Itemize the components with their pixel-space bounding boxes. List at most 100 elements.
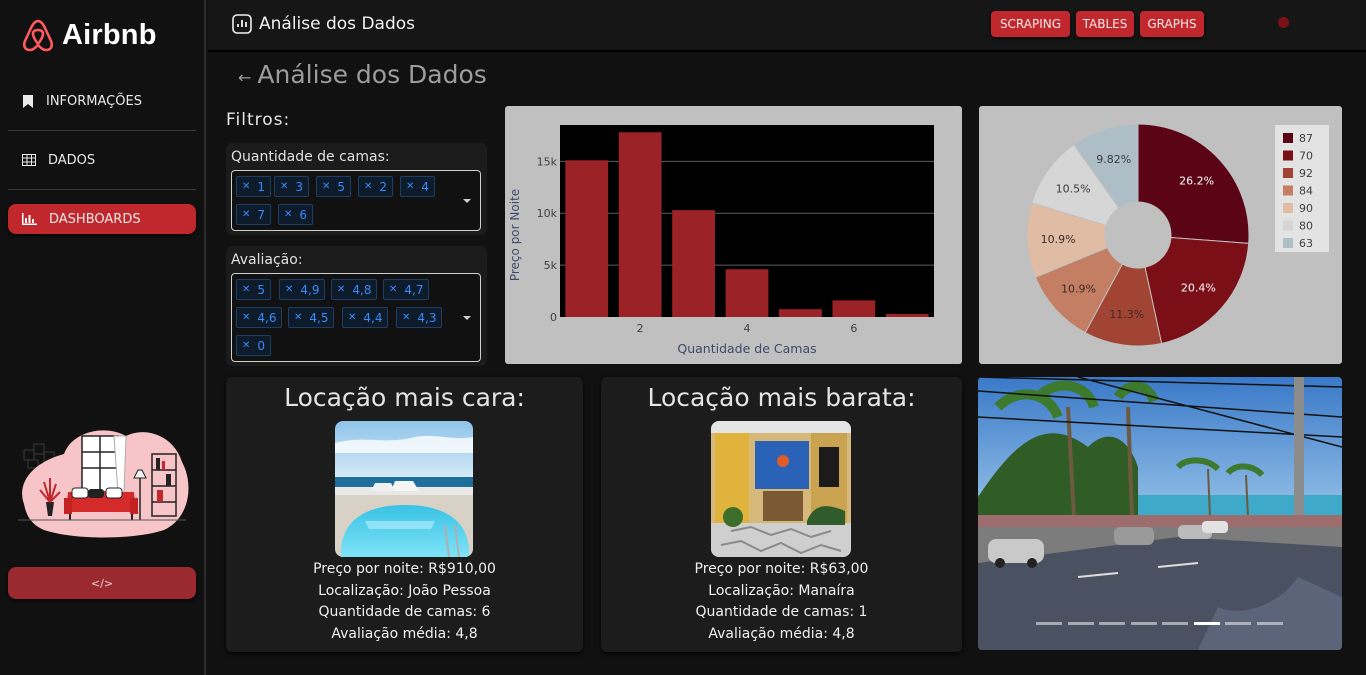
carousel-indicator[interactable] [1256,622,1283,625]
filter-chip[interactable]: ✕ 4,7 [383,279,430,300]
remove-icon[interactable]: ✕ [337,284,345,295]
legend-swatch[interactable] [1283,133,1293,143]
legend-label[interactable]: 84 [1299,185,1313,198]
beds-filter: Quantidade de camas: ✕ 1 ✕ 3 ✕ 5 ✕ 2 ✕ 4 ✕ 7 ✕… [226,143,487,235]
listing-photo[interactable] [711,421,851,557]
remove-icon[interactable]: ✕ [284,209,292,220]
legend-label[interactable]: 80 [1299,220,1313,233]
carousel-indicator[interactable] [1193,622,1220,625]
legend-swatch[interactable] [1283,185,1293,196]
sidebar-item-label: DASHBOARDS [49,211,141,227]
filter-chip[interactable]: ✕ 4 [400,176,436,197]
carousel-indicator[interactable] [1067,622,1094,625]
x-tick-label: 4 [744,322,751,335]
status-dot [1278,17,1289,28]
rating-multiselect[interactable]: ✕ 5 ✕ 4,9 ✕ 4,8 ✕ 4,7 ✕ 4,6 ✕ 4,5 ✕ 4,4 ✕ 4,3 ✕ 0 [231,273,481,362]
back-arrow-icon[interactable]: ← [238,68,251,87]
legend-label[interactable]: 63 [1299,237,1313,250]
filter-chip[interactable]: ✕ 0 [236,335,272,356]
filter-chip[interactable]: ✕ 4,4 [342,307,389,328]
slice-label: 10.9% [1061,283,1096,296]
card-title: Locação mais cara: [284,383,525,412]
slice-label: 9.82% [1096,153,1131,166]
bar[interactable] [565,160,609,317]
remove-icon[interactable]: ✕ [402,312,410,323]
y-tick-label: 15k [537,155,558,168]
airbnb-logo-icon [22,19,54,52]
remove-icon[interactable]: ✕ [294,312,302,323]
carousel-indicator[interactable] [1036,622,1062,625]
scraping-button[interactable]: SCRAPING [991,11,1070,37]
remove-icon[interactable]: ✕ [406,181,414,192]
legend-swatch[interactable] [1283,168,1293,178]
sidebar-item-dados[interactable]: DADOS [8,145,196,175]
legend-label[interactable]: 70 [1299,150,1313,163]
bar[interactable] [885,313,929,317]
table-icon [22,154,36,166]
pie-chart-panel: 26.2% 20.4% 11.3% 10.9% 10.9% 10.5% 9.82% 87 70 9… [979,106,1342,364]
remove-icon[interactable]: ✕ [348,312,356,323]
remove-icon[interactable]: ✕ [285,284,293,295]
bar[interactable] [832,300,876,317]
remove-icon[interactable]: ✕ [242,340,250,351]
bar[interactable] [618,132,662,317]
remove-icon[interactable]: ✕ [242,312,250,323]
filter-chip[interactable]: ✕ 2 [358,176,394,197]
filter-chip[interactable]: ✕ 7 [236,204,272,225]
carousel-indicator[interactable] [1130,622,1157,625]
code-button[interactable]: </> [8,567,196,599]
bar[interactable] [779,309,822,317]
remove-icon[interactable]: ✕ [389,284,397,295]
carousel-indicator[interactable] [1099,622,1125,625]
bar[interactable] [725,269,769,317]
remove-icon[interactable]: ✕ [322,181,330,192]
legend-label[interactable]: 90 [1299,202,1313,215]
legend-swatch[interactable] [1283,203,1293,213]
legend-label[interactable]: 87 [1299,132,1313,145]
dropdown-caret-icon[interactable] [463,199,471,203]
remove-icon[interactable]: ✕ [242,181,250,192]
x-tick-label: 2 [637,322,644,335]
filter-chip[interactable]: ✕ 5 [236,279,272,300]
carousel-indicator[interactable] [1225,622,1251,625]
cheapest-card: Locação mais barata: Preço por noite: R$… [601,377,962,652]
filter-chip[interactable]: ✕ 4,9 [279,279,326,300]
graphs-button[interactable]: GRAPHS [1140,11,1204,37]
filter-chip[interactable]: ✕ 4,3 [396,307,443,328]
legend-label[interactable]: 92 [1299,167,1313,180]
sidebar-item-informacoes[interactable]: INFORMAÇÕES [8,86,196,116]
image-carousel[interactable] [978,377,1342,650]
beds-multiselect[interactable]: ✕ 1 ✕ 3 ✕ 5 ✕ 2 ✕ 4 ✕ 7 ✕ 6 [231,170,481,231]
carousel-indicator[interactable] [1162,622,1188,625]
bar-chart[interactable]: 0 5k 10k 15k 2 4 6 Quantidade de Camas Preço por… [505,106,962,364]
listing-details: Preço por noite: R$910,00 Localização: J… [226,559,583,645]
remove-icon[interactable]: ✕ [364,181,372,192]
filter-chip[interactable]: ✕ 1 [236,176,272,197]
legend-swatch[interactable] [1283,150,1293,161]
filter-chip[interactable]: ✕ 4,5 [288,307,335,328]
dropdown-caret-icon[interactable] [463,316,471,320]
sidebar-item-label: DADOS [48,152,96,168]
tables-button[interactable]: TABLES [1076,11,1134,37]
x-tick-label: 6 [850,322,857,335]
legend-swatch[interactable] [1283,238,1293,248]
filter-chip[interactable]: ✕ 5 [316,176,352,197]
remove-icon[interactable]: ✕ [242,209,250,220]
listing-photo[interactable] [335,421,473,557]
legend-swatch[interactable] [1283,220,1293,231]
average-rating: Avaliação média: 4,8 [331,625,478,642]
sidebar-item-dashboards[interactable]: DASHBOARDS [8,204,196,234]
divider [8,130,196,131]
slice-label: 10.9% [1041,233,1076,246]
remove-icon[interactable]: ✕ [280,181,288,192]
pie-chart[interactable]: 26.2% 20.4% 11.3% 10.9% 10.9% 10.5% 9.82% 87 70 9… [979,106,1342,364]
topbar: Análise dos Dados SCRAPING TABLES GRAPHS [208,0,1366,52]
remove-icon[interactable]: ✕ [242,284,250,295]
filter-chip[interactable]: ✕ 3 [274,176,310,197]
filter-chip[interactable]: ✕ 4,6 [236,307,283,328]
bar[interactable] [672,210,715,317]
brand-logo[interactable]: Airbnb [22,18,157,52]
filter-chip[interactable]: ✕ 4,8 [331,279,378,300]
location: Localização: Manaíra [708,582,855,599]
filter-chip[interactable]: ✕ 6 [278,204,314,225]
